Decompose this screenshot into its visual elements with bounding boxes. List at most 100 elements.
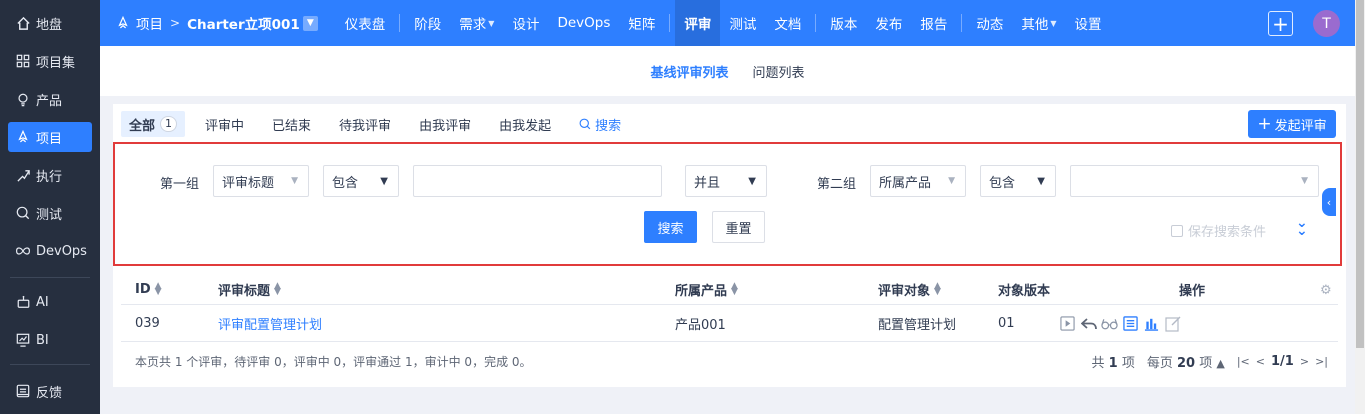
sidebar-item-devops[interactable]: DevOps: [8, 236, 92, 266]
sort-icon: ▲ ▼: [274, 281, 281, 297]
breadcrumb-root[interactable]: 项目: [136, 13, 163, 33]
sidebar: 地盘 项目集 产品 项目 执行 测试 DevOps AI BI 反馈: [0, 0, 100, 414]
sidebar-item-project[interactable]: 项目: [8, 122, 92, 152]
nav-label: 设置: [1074, 17, 1102, 33]
tab-reviewed-by-me[interactable]: 由我评审: [411, 111, 479, 137]
cell-id: 039: [135, 316, 160, 331]
nav-report[interactable]: 报告: [911, 0, 956, 46]
tab-reviewing[interactable]: 评审中: [197, 111, 252, 137]
sidebar-item-feedback[interactable]: 反馈: [8, 376, 92, 406]
pager-per-page[interactable]: 每页 20 项 ▲: [1147, 352, 1225, 371]
first-page-icon[interactable]: |<: [1237, 355, 1250, 368]
nav-settings[interactable]: 设置: [1066, 0, 1111, 46]
sidebar-item-ai[interactable]: AI: [8, 287, 92, 317]
create-button[interactable]: +: [1268, 11, 1293, 36]
cell-title-link[interactable]: 评审配置管理计划: [218, 306, 322, 341]
side-collapse-tab[interactable]: ‹: [1322, 188, 1336, 216]
search-form: 第一组 评审标题 ▼ 包含 ▼ 并且 ▼ 第二组 所属产品 ▼ 包含 ▼ ▼ 搜…: [118, 148, 1335, 260]
tab-label: 已结束: [272, 118, 312, 134]
nav-label: 报告: [920, 17, 948, 33]
tab-wait-my-review[interactable]: 待我评审: [331, 111, 399, 137]
nav-build[interactable]: 版本: [821, 0, 866, 46]
run-icon: [15, 167, 31, 183]
nav-dashboard[interactable]: 仪表盘: [336, 0, 395, 46]
subnav-issue-list[interactable]: 问题列表: [753, 62, 805, 81]
nav-divider: [961, 14, 963, 32]
sidebar-item-bi[interactable]: BI: [8, 325, 92, 355]
sidebar-item-test[interactable]: 测试: [8, 198, 92, 228]
group1-operator-select[interactable]: 包含 ▼: [323, 165, 399, 197]
group2-field-select[interactable]: 所属产品 ▼: [870, 165, 966, 197]
next-page-icon[interactable]: >: [1300, 355, 1309, 368]
nav-label: 设计: [512, 17, 540, 33]
nav-design[interactable]: 设计: [503, 0, 548, 46]
tab-created-by-me[interactable]: 由我发起: [491, 111, 559, 137]
sidebar-item-label: 测试: [36, 207, 63, 223]
plus-icon: +: [1272, 11, 1289, 36]
save-condition-label: 保存搜索条件: [1188, 225, 1267, 240]
pager-total-prefix: 共: [1091, 356, 1105, 371]
column-id[interactable]: ID ▲ ▼: [135, 274, 162, 304]
group2-operator-select[interactable]: 包含 ▼: [980, 165, 1056, 197]
group1-value-input[interactable]: [413, 165, 662, 197]
project-switcher-button[interactable]: ▼: [302, 15, 318, 31]
create-review-label: 发起评审: [1274, 118, 1327, 134]
create-review-button[interactable]: + 发起评审: [1248, 110, 1336, 138]
search-toggle[interactable]: 搜索: [571, 111, 629, 137]
column-label: 操作: [1179, 283, 1206, 299]
group2-label: 第二组: [817, 177, 857, 192]
reset-button[interactable]: 重置: [712, 211, 765, 243]
chevron-down-icon: ▼: [306, 18, 314, 28]
scrollbar-thumb[interactable]: [1356, 0, 1364, 348]
nav-review[interactable]: 评审: [675, 0, 721, 46]
chevron-down-icon: ▼: [748, 175, 756, 187]
nav-requirement[interactable]: 需求 ▼: [450, 0, 503, 46]
chevron-down-icon: ▼: [380, 175, 388, 187]
nav-divider: [669, 14, 671, 32]
nav-other[interactable]: 其他 ▼: [1012, 0, 1065, 46]
column-object[interactable]: 评审对象 ▲ ▼: [878, 274, 941, 304]
sidebar-divider: [10, 277, 90, 278]
column-title[interactable]: 评审标题 ▲ ▼: [218, 274, 281, 304]
nav-label: 仪表盘: [344, 17, 386, 33]
search-button[interactable]: 搜索: [644, 211, 697, 243]
sidebar-item-home[interactable]: 地盘: [8, 8, 92, 38]
logic-select[interactable]: 并且 ▼: [685, 165, 767, 197]
save-search-condition[interactable]: 保存搜索条件: [1171, 221, 1266, 240]
sidebar-item-product[interactable]: 产品: [8, 84, 92, 114]
project-name[interactable]: Charter立项001: [187, 13, 300, 33]
column-product[interactable]: 所属产品 ▲ ▼: [675, 274, 738, 304]
avatar[interactable]: T: [1313, 10, 1340, 37]
column-label: 对象版本: [998, 283, 1051, 299]
edit-icon[interactable]: [1164, 315, 1181, 332]
play-icon[interactable]: [1059, 315, 1076, 332]
chevron-down-icon: ▼: [1050, 18, 1057, 28]
nav-release[interactable]: 发布: [866, 0, 911, 46]
nav-stage[interactable]: 阶段: [405, 0, 450, 46]
group1-field-select[interactable]: 评审标题 ▼: [213, 165, 309, 197]
nav-devops[interactable]: DevOps: [548, 0, 619, 46]
expand-more-icon[interactable]: ⌄ ⌄: [1296, 216, 1308, 238]
nav-matrix[interactable]: 矩阵: [619, 0, 664, 46]
reply-icon[interactable]: [1080, 315, 1097, 332]
vertical-scrollbar[interactable]: [1355, 0, 1365, 414]
pager-total-value: 1: [1108, 356, 1118, 371]
select-value: 评审标题: [222, 175, 275, 191]
glasses-icon[interactable]: [1101, 315, 1118, 332]
nav-dynamic[interactable]: 动态: [967, 0, 1012, 46]
chart-icon: [15, 332, 31, 348]
last-page-icon[interactable]: >|: [1315, 355, 1328, 368]
tab-finished[interactable]: 已结束: [264, 111, 319, 137]
bar-chart-icon[interactable]: [1143, 315, 1160, 332]
sidebar-item-program[interactable]: 项目集: [8, 46, 92, 76]
sidebar-item-execution[interactable]: 执行: [8, 160, 92, 190]
prev-page-icon[interactable]: <: [1256, 355, 1265, 368]
gear-icon[interactable]: ⚙: [1320, 283, 1332, 298]
nav-doc[interactable]: 文档: [765, 0, 810, 46]
subnav-baseline-review-list[interactable]: 基线评审列表: [650, 62, 728, 81]
tab-all[interactable]: 全部 1: [121, 111, 186, 137]
nav-label: 文档: [774, 17, 802, 33]
group2-value-select[interactable]: ▼: [1070, 165, 1319, 197]
list-report-icon[interactable]: [1122, 315, 1139, 332]
nav-test[interactable]: 测试: [720, 0, 765, 46]
